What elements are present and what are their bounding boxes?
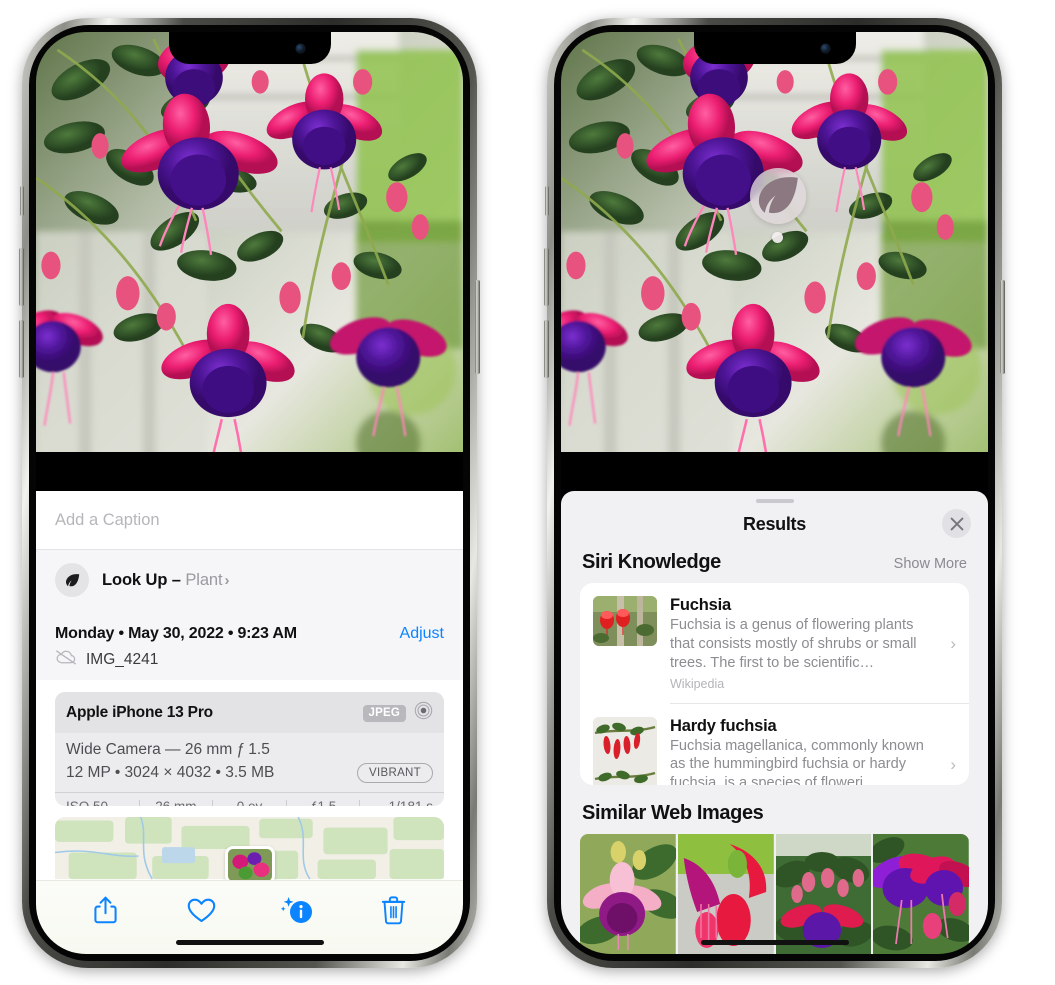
power-button[interactable] (475, 280, 480, 374)
knowledge-result-row[interactable]: Hardy fuchsia Fuchsia magellanica, commo… (580, 704, 969, 785)
lens-info: Wide Camera — 26 mm ƒ 1.5 (66, 741, 270, 759)
mute-switch[interactable] (20, 186, 24, 216)
caption-input[interactable]: Add a Caption (36, 491, 463, 550)
results-title: Results (743, 514, 806, 535)
web-image-thumbnail[interactable] (677, 834, 774, 954)
result-description: Fuchsia is a genus of flowering plants t… (670, 617, 917, 671)
web-image-thumbnail[interactable] (580, 834, 676, 954)
section-title: Siri Knowledge (582, 551, 721, 574)
file-name: IMG_4241 (86, 650, 159, 668)
section-title: Similar Web Images (582, 802, 764, 824)
aperture-icon (414, 701, 433, 725)
stat-focal: 26 mm (155, 798, 197, 807)
info-sparkle-icon[interactable] (276, 889, 318, 931)
similar-web-images-header: Similar Web Images (561, 785, 988, 834)
photo-fuchsia[interactable] (561, 32, 988, 452)
photo-info-sheet: Add a Caption ✦ ✦ Look Up – Plant› Monda… (36, 491, 463, 954)
similar-web-images-strip (561, 834, 988, 954)
volume-down-button[interactable] (19, 320, 24, 378)
result-title: Fuchsia (670, 596, 731, 615)
device-name: Apple iPhone 13 Pro (66, 704, 213, 722)
map-photo-pin[interactable] (224, 845, 275, 880)
chevron-right-icon: › (224, 571, 230, 589)
share-icon[interactable] (85, 889, 127, 931)
exif-header: Apple iPhone 13 Pro JPEG (55, 692, 444, 734)
chevron-right-icon: › (950, 754, 956, 774)
phone-left: Add a Caption ✦ ✦ Look Up – Plant› Monda… (19, 18, 480, 968)
leaf-icon (55, 563, 89, 597)
notch (693, 32, 856, 64)
photo-date: Monday • May 30, 2022 • 9:23 AM (55, 625, 297, 643)
results-header: Results (561, 503, 988, 551)
format-badge: JPEG (362, 705, 406, 722)
notch (168, 32, 331, 64)
stat-iso: ISO 50 (66, 798, 109, 807)
heart-icon[interactable] (181, 889, 223, 931)
chevron-right-icon: › (950, 633, 956, 653)
phone-screen-left: Add a Caption ✦ ✦ Look Up – Plant› Monda… (36, 32, 463, 954)
sparkle-icon: ✦ (36, 543, 39, 561)
knowledge-card-group: Fuchsia Fuchsia is a genus of flowering … (580, 583, 969, 785)
stat-ev: 0 ev (236, 798, 263, 807)
mute-switch[interactable] (545, 186, 549, 216)
close-icon[interactable] (942, 509, 971, 539)
volume-up-button[interactable] (19, 248, 24, 306)
exif-stats-row: ISO 50 26 mm 0 ev ƒ1.5 1/181 s (55, 791, 444, 807)
exif-card[interactable]: Apple iPhone 13 Pro JPEG Wide Camera — 2… (55, 692, 444, 807)
result-thumbnail (593, 716, 657, 785)
volume-up-button[interactable] (544, 248, 549, 306)
image-size-info: 12 MP • 3024 × 4032 • 3.5 MB (66, 764, 275, 782)
siri-knowledge-header: Siri Knowledge Show More (561, 551, 988, 583)
look-up-label: Look Up – Plant › (102, 570, 230, 589)
icloud-off-icon (55, 649, 77, 670)
home-indicator[interactable] (700, 940, 849, 945)
results-sheet: Results Siri Knowledge Show More Fuchsia… (561, 491, 988, 954)
date-block: Monday • May 30, 2022 • 9:23 AM Adjust I… (36, 611, 463, 681)
result-source: Wikipedia (670, 677, 725, 692)
trash-icon[interactable] (372, 889, 414, 931)
photographic-style-badge: VIBRANT (357, 763, 433, 783)
visual-look-up-badge[interactable] (750, 168, 806, 224)
power-button[interactable] (1000, 280, 1005, 374)
web-image-thumbnail[interactable] (775, 834, 872, 954)
result-thumbnail (593, 596, 657, 647)
screenshot-stage: Add a Caption ✦ ✦ Look Up – Plant› Monda… (0, 0, 1055, 985)
front-camera-icon (820, 44, 830, 53)
visual-look-up-anchor-dot (772, 232, 783, 243)
result-title: Hardy fuchsia (670, 716, 777, 735)
stat-shutter: 1/181 s (388, 798, 433, 807)
location-map[interactable] (55, 817, 444, 880)
stat-aperture: ƒ1.5 (309, 798, 337, 807)
show-more-button[interactable]: Show More (894, 556, 967, 572)
volume-down-button[interactable] (544, 320, 549, 378)
photo-fuchsia[interactable] (36, 32, 463, 452)
phone-screen-right: Results Siri Knowledge Show More Fuchsia… (561, 32, 988, 954)
phone-right: Results Siri Knowledge Show More Fuchsia… (544, 18, 1005, 968)
result-description: Fuchsia magellanica, commonly known as t… (670, 737, 924, 785)
knowledge-result-row[interactable]: Fuchsia Fuchsia is a genus of flowering … (580, 583, 969, 703)
web-image-thumbnail[interactable] (873, 834, 969, 954)
home-indicator[interactable] (175, 940, 324, 945)
adjust-button[interactable]: Adjust (400, 625, 444, 643)
look-up-row[interactable]: ✦ ✦ Look Up – Plant› (36, 544, 463, 611)
front-camera-icon (295, 44, 305, 53)
